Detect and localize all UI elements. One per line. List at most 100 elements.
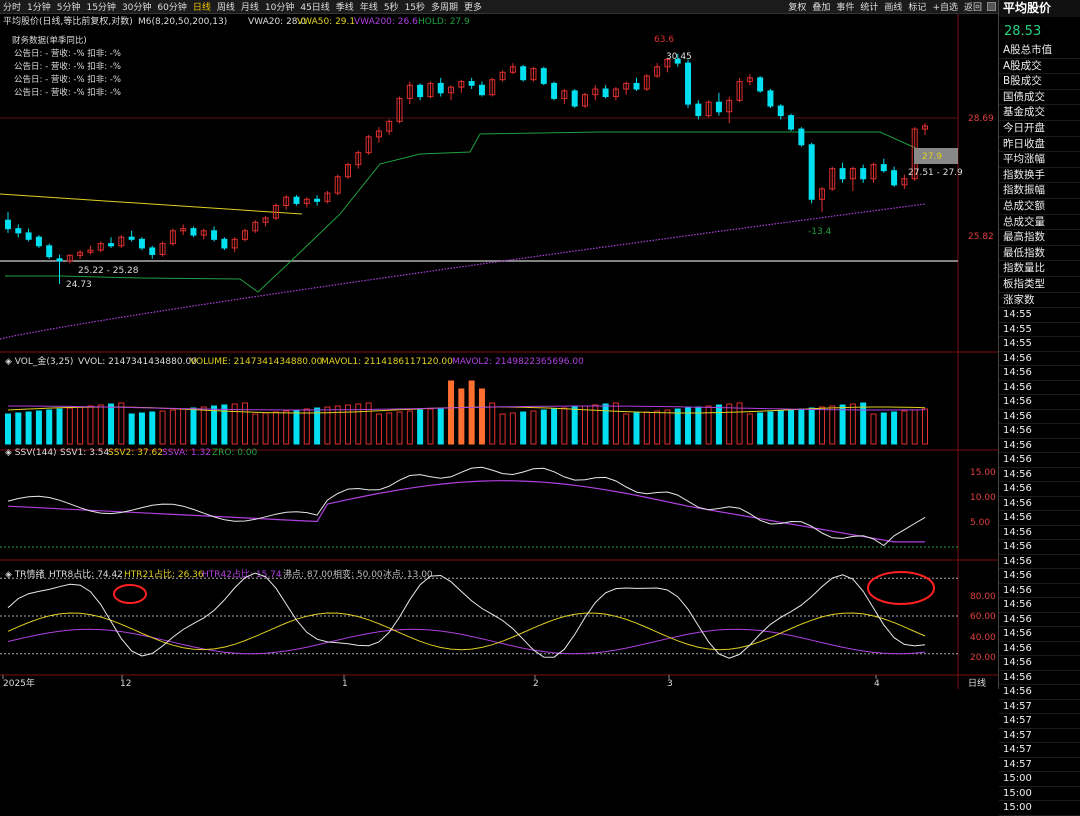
tick-time: 14:56	[999, 453, 1080, 468]
vwa20-line	[5, 131, 921, 293]
candle-body	[25, 232, 32, 240]
tool-button[interactable]: +自选	[929, 0, 961, 13]
quote-field: 涨家数	[999, 293, 1080, 309]
volume-bar	[5, 413, 11, 445]
stock-name: 平均股价	[999, 0, 1080, 17]
period-tab[interactable]: 周线	[214, 0, 238, 13]
volume-bar	[406, 410, 413, 445]
volume-bar	[798, 408, 805, 445]
period-tab[interactable]: 30分钟	[119, 0, 154, 13]
period-tab[interactable]: 月线	[238, 0, 262, 13]
volume-bar	[448, 380, 455, 445]
low-price-label: 24.73	[66, 280, 92, 290]
candle-body	[314, 198, 321, 202]
quote-field: 总成交量	[999, 215, 1080, 231]
tick-time: 14:56	[999, 627, 1080, 642]
tool-button[interactable]: 统计	[857, 0, 881, 13]
volume-bar	[417, 409, 424, 445]
period-tab[interactable]: 45日线	[297, 0, 332, 13]
quote-field: 指数换手	[999, 168, 1080, 184]
candle-body	[138, 238, 145, 249]
chart-area[interactable]: 平均股价(日线,等比前复权,对数) M6(8,20,50,200,13) VWA20…	[0, 14, 998, 689]
financial-row: 公告日: - 营收: -% 扣非: -%	[14, 48, 121, 59]
tick-time: 14:56	[999, 526, 1080, 541]
tick-time: 14:56	[999, 569, 1080, 584]
volume-bar	[15, 412, 22, 445]
tick-time: 14:57	[999, 700, 1080, 715]
volume-bar	[334, 405, 341, 445]
volume-bar	[87, 405, 94, 445]
htr42-line	[7, 628, 926, 655]
high-price-label: 30.45	[666, 52, 692, 62]
period-tab[interactable]: 15分钟	[83, 0, 118, 13]
vwa50-value: VWA50: 29.1	[297, 17, 355, 27]
highlight-circle	[867, 571, 935, 605]
tick-time: 14:56	[999, 439, 1080, 454]
candle-body	[221, 238, 228, 249]
candle-body	[860, 168, 867, 180]
volume-bar	[777, 410, 784, 445]
tick-time: 14:56	[999, 381, 1080, 396]
period-tab[interactable]: 15秒	[402, 0, 428, 13]
period-tab[interactable]: 10分钟	[262, 0, 297, 13]
tick-time: 14:56	[999, 497, 1080, 512]
tick-time: 15:00	[999, 801, 1080, 816]
candle-body	[602, 88, 609, 98]
volume-bar	[715, 404, 722, 445]
ssv-title: ◈ SSV(144)	[5, 448, 57, 458]
volume-bar	[66, 407, 73, 445]
mavol2-line	[8, 405, 926, 411]
candle-body	[767, 90, 774, 107]
volume-bar	[138, 412, 145, 445]
tool-button[interactable]: 叠加	[809, 0, 833, 13]
vwa200-line	[0, 203, 926, 340]
volume-bar	[478, 388, 485, 445]
period-tab[interactable]: 60分钟	[154, 0, 189, 13]
candle-body	[685, 62, 692, 105]
volume-bar	[911, 409, 918, 445]
quote-field: 昨日收盘	[999, 137, 1080, 153]
candle-body	[891, 170, 898, 186]
period-tab[interactable]: 5秒	[381, 0, 402, 13]
volume-bar	[458, 388, 465, 445]
tool-button[interactable]: 标记	[905, 0, 929, 13]
vol-title: ◈ VOL_金(3,25)	[5, 355, 73, 367]
period-tab[interactable]: 多周期	[428, 0, 461, 13]
period-tab[interactable]: 5分钟	[54, 0, 84, 13]
candle-body	[417, 84, 424, 98]
volume-bar	[252, 413, 259, 445]
tool-button[interactable]: 画线	[881, 0, 905, 13]
panel-toggle-icon[interactable]	[987, 2, 996, 11]
quote-field: B股成交	[999, 74, 1080, 90]
period-tab[interactable]: 更多	[461, 0, 485, 13]
tool-button[interactable]: 复权	[785, 0, 809, 13]
volume-bar	[303, 408, 310, 445]
volume-bar	[46, 409, 53, 445]
candle-body	[788, 115, 795, 130]
tool-button[interactable]: 事件	[833, 0, 857, 13]
x-axis-label: 1	[342, 679, 348, 689]
tool-button[interactable]: 返回	[961, 0, 985, 13]
period-tab[interactable]: 分时	[0, 0, 24, 13]
quote-field: A股成交	[999, 59, 1080, 75]
volume-bar	[612, 402, 619, 445]
ssv1-line	[7, 466, 926, 547]
volume-bar	[262, 412, 269, 445]
tick-time: 14:56	[999, 642, 1080, 657]
hold-tag-value: 27.9	[922, 152, 942, 162]
volume-bar	[922, 408, 928, 445]
htr21-value: HTR21占比: 26.36	[124, 568, 204, 580]
period-tab[interactable]: 季线	[333, 0, 357, 13]
x-axis-label: 2	[533, 679, 539, 689]
mavol1-value: MAVOL1: 2114186117120.00	[321, 357, 453, 367]
period-tab[interactable]: 1分钟	[24, 0, 54, 13]
volume-bar	[520, 411, 527, 445]
tick-time: 14:56	[999, 468, 1080, 483]
volume-bar	[891, 411, 898, 445]
ssv-axis-label: 15.00	[970, 468, 996, 478]
volume-bar	[818, 406, 825, 445]
tick-time: 14:56	[999, 685, 1080, 700]
period-tab[interactable]: 年线	[357, 0, 381, 13]
period-tab[interactable]: 日线	[190, 0, 214, 13]
candle-body	[211, 230, 218, 240]
